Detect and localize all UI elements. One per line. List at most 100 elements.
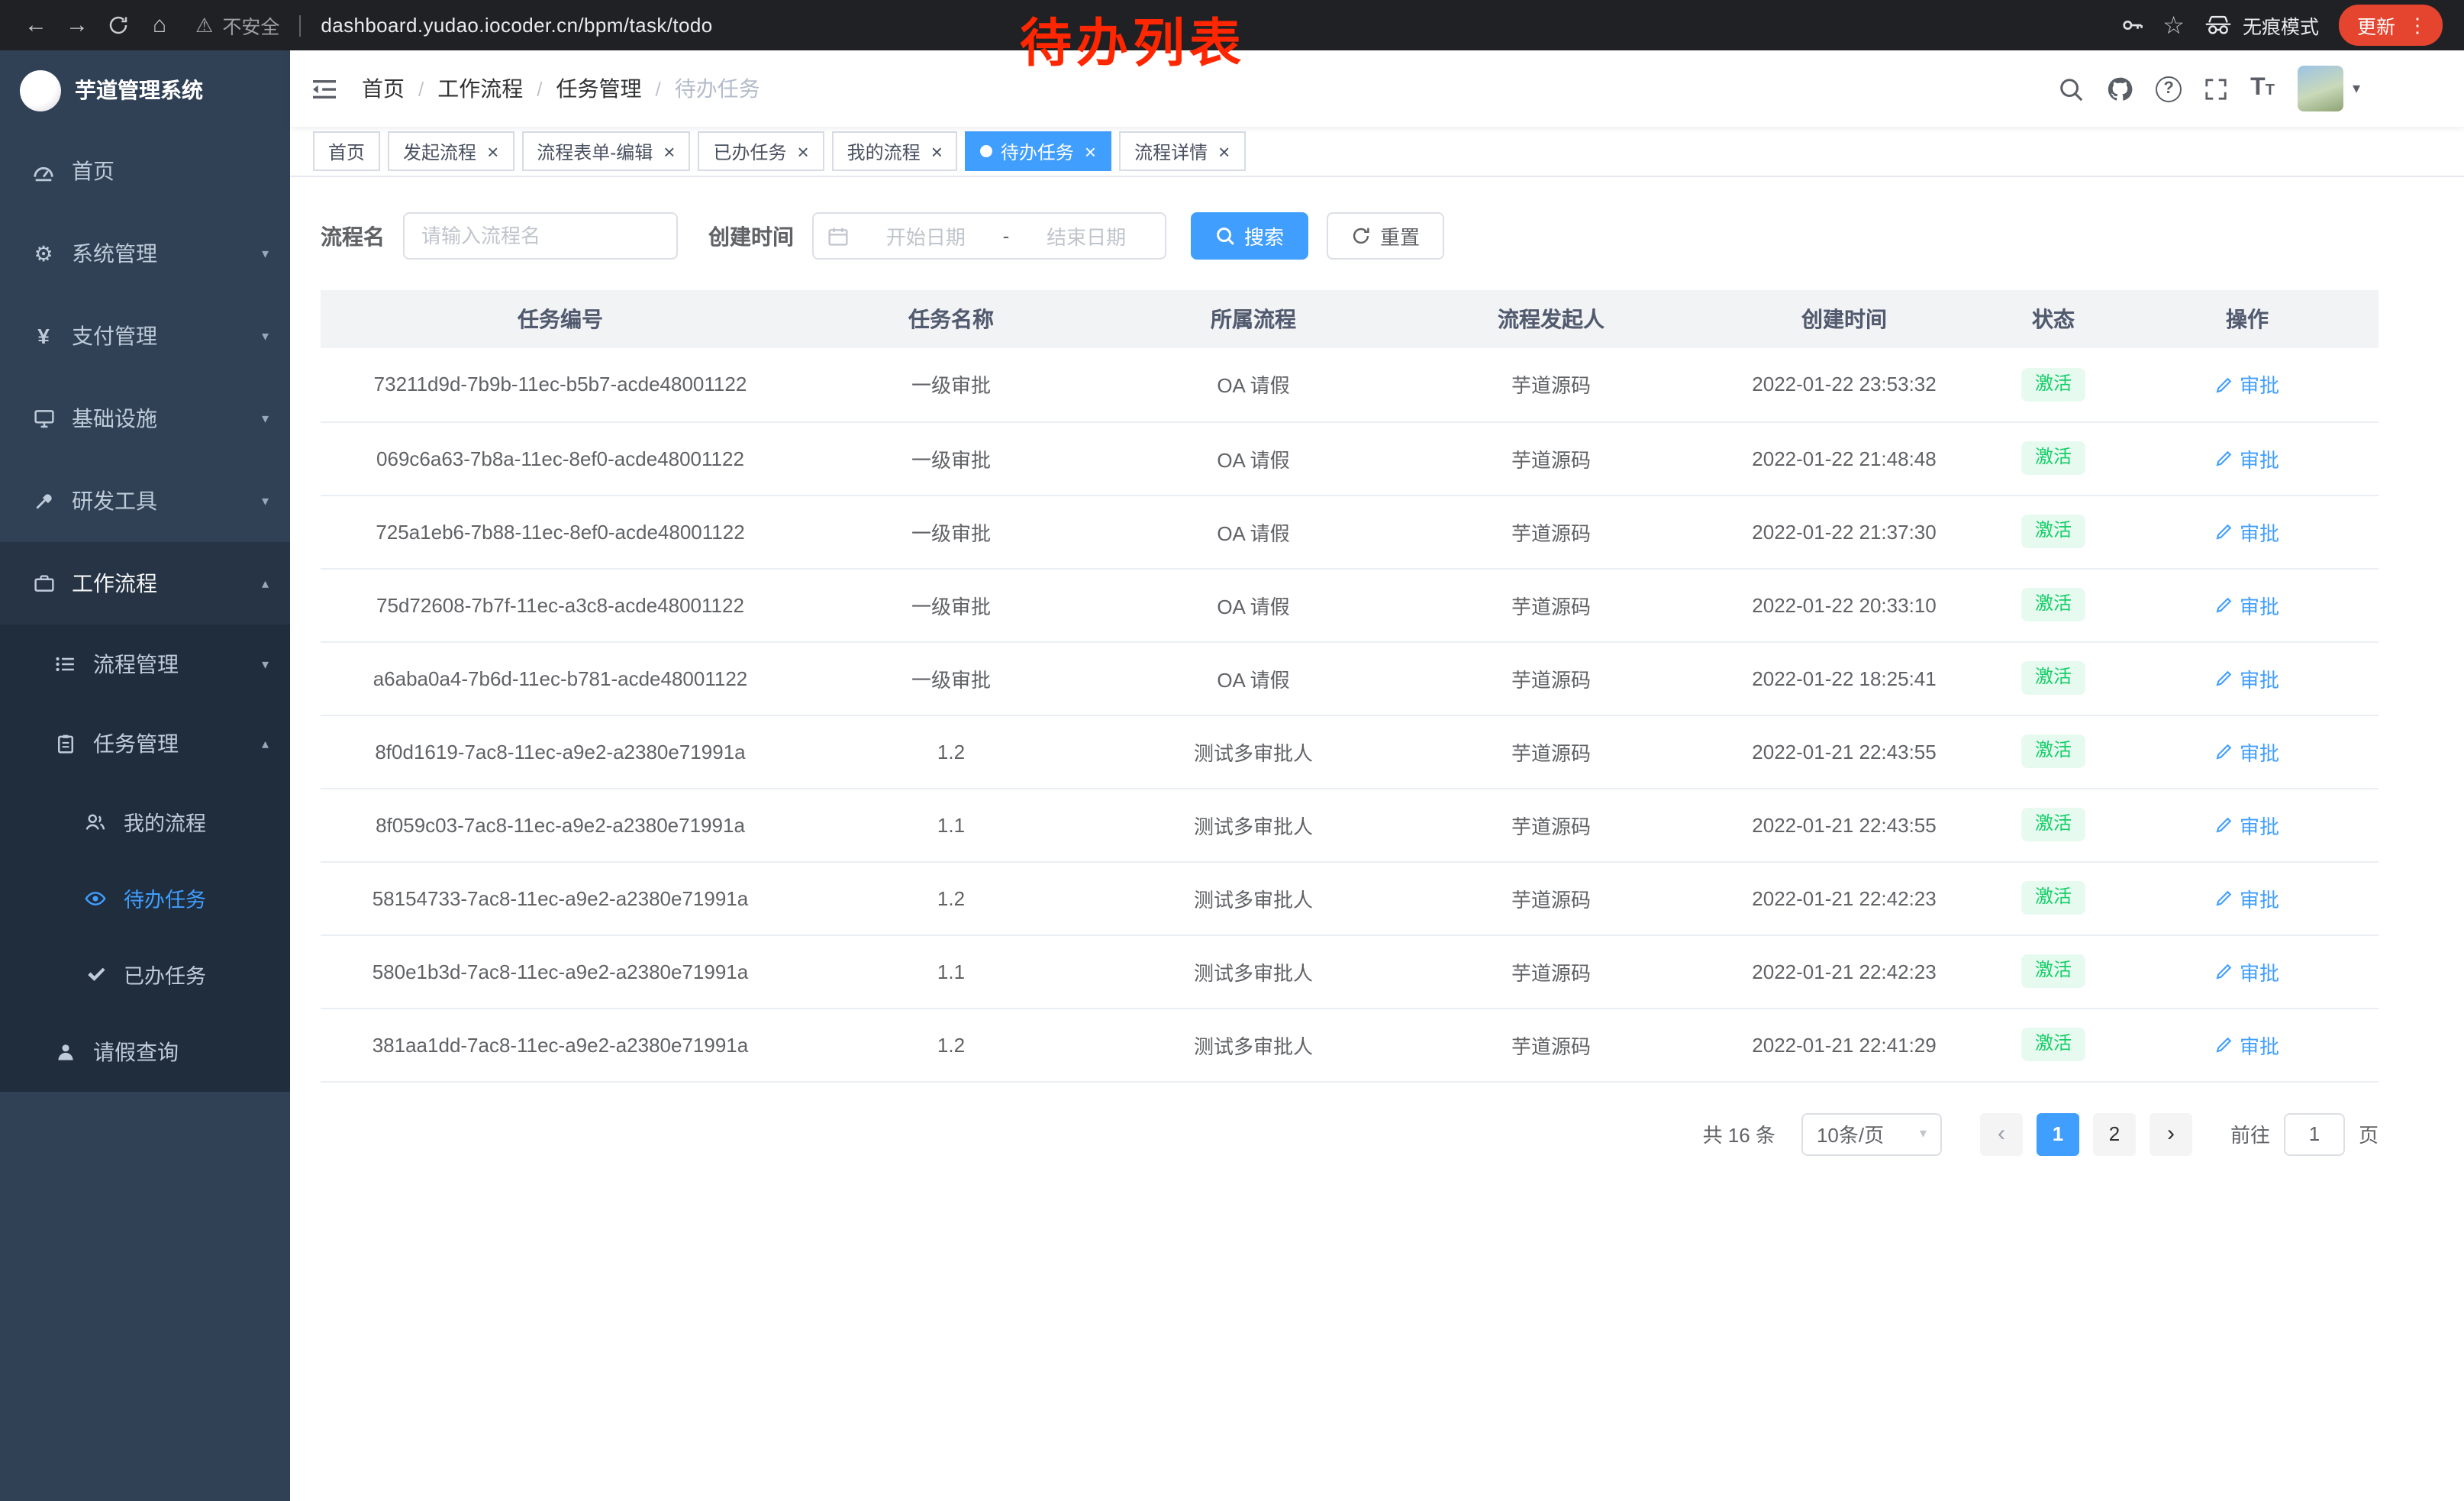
sidebar-item-infrastructure[interactable]: 基础设施 ▾ [0,377,290,460]
goto-page-input[interactable] [2284,1112,2345,1155]
close-icon[interactable]: × [797,141,808,161]
approve-link[interactable]: 审批 [2215,737,2279,766]
approve-link[interactable]: 审批 [2215,1030,2279,1059]
sidebar-item-leave-query[interactable]: 请假查询 [0,1012,290,1092]
tab-home[interactable]: 首页 [313,131,380,171]
reload-icon[interactable] [98,5,139,46]
approve-link[interactable]: 审批 [2215,883,2279,912]
cell-task-id: 069c6a63-7b8a-11ec-8ef0-acde48001122 [321,421,800,495]
menu-dots-icon[interactable]: ⋮ [2408,13,2427,37]
cell-task-name: 一级审批 [800,348,1102,421]
process-name-input[interactable] [403,212,678,260]
cell-task-id: 58154733-7ac8-11ec-a9e2-a2380e71991a [321,861,800,934]
close-icon[interactable]: × [487,141,498,161]
cell-initiator: 芋道源码 [1405,641,1698,715]
sidebar-item-my-process[interactable]: 我的流程 [0,783,290,860]
page-content: 流程名 创建时间 开始日期 - 结束日期 搜索 [290,177,2464,1501]
tab-done-tasks[interactable]: 已办任务 × [698,131,824,171]
incognito-label: 无痕模式 [2243,11,2319,40]
font-size-icon[interactable]: TT [2250,75,2275,102]
close-icon[interactable]: × [1218,141,1230,161]
search-icon[interactable] [2058,76,2084,102]
cell-task-id: 8f0d1619-7ac8-11ec-a9e2-a2380e71991a [321,715,800,788]
cell-status: 激活 [1991,861,2116,934]
sidebar-item-home[interactable]: 首页 [0,130,290,212]
next-page-button[interactable]: › [2150,1112,2192,1155]
avatar[interactable] [2298,66,2343,111]
table-row: 8f059c03-7ac8-11ec-a9e2-a2380e71991a 1.1… [321,788,2379,861]
approve-link[interactable]: 审批 [2215,590,2279,619]
close-icon[interactable]: × [1085,141,1096,161]
search-button[interactable]: 搜索 [1191,212,1308,260]
user-menu[interactable]: ▾ [2298,66,2360,111]
cell-task-name: 1.2 [800,861,1102,934]
cell-process: 测试多审批人 [1102,1008,1405,1081]
incognito-icon [2204,15,2232,35]
key-icon[interactable] [2120,14,2143,37]
help-icon[interactable]: ? [2156,76,2182,102]
forward-icon[interactable]: → [56,5,98,46]
date-separator: - [1003,224,1010,247]
status-badge: 激活 [2021,441,2085,474]
navbar-actions: ? TT ▾ [2058,66,2440,111]
warning-icon: ⚠ [195,13,213,37]
end-date-placeholder[interactable]: 结束日期 [1021,221,1151,250]
prev-page-button[interactable]: ‹ [1980,1112,2023,1155]
approve-link[interactable]: 审批 [2215,444,2279,473]
sidebar-item-task-mgmt[interactable]: 任务管理 ▴ [0,704,290,783]
approve-link[interactable]: 审批 [2215,370,2279,399]
date-range-picker[interactable]: 开始日期 - 结束日期 [812,212,1166,260]
app-brand[interactable]: 芋道管理系统 [0,50,290,130]
approve-link[interactable]: 审批 [2215,663,2279,692]
tab-todo-tasks[interactable]: 待办任务 × [966,131,1111,171]
address-bar[interactable]: ⚠ 不安全 dashboard.yudao.iocoder.cn/bpm/tas… [195,11,713,40]
approve-link[interactable]: 审批 [2215,957,2279,986]
breadcrumb-task-mgmt[interactable]: 任务管理 [556,73,642,104]
eye-icon [82,886,108,909]
column-process: 所属流程 [1102,290,1405,348]
sidebar-item-devtools[interactable]: 研发工具 ▾ [0,460,290,542]
cell-actions: 审批 [2116,1008,2379,1081]
home-icon[interactable]: ⌂ [139,5,180,46]
update-button[interactable]: 更新 ⋮ [2339,5,2443,46]
page-1-button[interactable]: 1 [2037,1112,2079,1155]
breadcrumb-home[interactable]: 首页 [362,73,405,104]
sidebar-item-todo-tasks[interactable]: 待办任务 [0,860,290,936]
sidebar-collapse-icon[interactable] [311,77,337,100]
star-icon[interactable]: ☆ [2162,10,2185,40]
sidebar-item-workflow[interactable]: 工作流程 ▴ [0,542,290,625]
status-badge: 激活 [2021,588,2085,621]
tab-start-process[interactable]: 发起流程 × [388,131,514,171]
fullscreen-icon[interactable] [2204,77,2227,100]
cell-process: OA 请假 [1102,641,1405,715]
tab-process-detail[interactable]: 流程详情 × [1119,131,1245,171]
github-icon[interactable] [2107,76,2133,102]
sidebar-item-payment[interactable]: ¥ 支付管理 ▾ [0,295,290,377]
start-date-placeholder[interactable]: 开始日期 [861,221,991,250]
close-icon[interactable]: × [663,141,675,161]
sidebar-item-process-mgmt[interactable]: 流程管理 ▾ [0,625,290,704]
cell-initiator: 芋道源码 [1405,348,1698,421]
page-size-select[interactable]: 10条/页 ▾ [1801,1112,1942,1155]
approve-link[interactable]: 审批 [2215,810,2279,839]
close-icon[interactable]: × [931,141,943,161]
page-2-button[interactable]: 2 [2093,1112,2136,1155]
cell-actions: 审批 [2116,495,2379,568]
workflow-submenu: 流程管理 ▾ 任务管理 ▴ 我的流程 [0,625,290,1092]
url-text: dashboard.yudao.iocoder.cn/bpm/task/todo [321,14,712,37]
tab-my-process[interactable]: 我的流程 × [832,131,958,171]
back-icon[interactable]: ← [15,5,56,46]
cell-actions: 审批 [2116,641,2379,715]
sidebar-item-done-tasks[interactable]: 已办任务 [0,936,290,1012]
app-window: 芋道管理系统 首页 ⚙ 系统管理 ▾ ¥ 支付管理 ▾ [0,50,2464,1501]
cell-task-name: 一级审批 [800,641,1102,715]
tab-form-edit[interactable]: 流程表单-编辑 × [521,131,690,171]
column-created: 创建时间 [1698,290,1991,348]
cell-initiator: 芋道源码 [1405,788,1698,861]
approve-link[interactable]: 审批 [2215,517,2279,546]
sidebar-item-system[interactable]: ⚙ 系统管理 ▾ [0,212,290,295]
reset-button[interactable]: 重置 [1327,212,1444,260]
cell-process: OA 请假 [1102,568,1405,641]
breadcrumb-workflow[interactable]: 工作流程 [437,73,523,104]
cell-created: 2022-01-22 21:37:30 [1698,495,1991,568]
